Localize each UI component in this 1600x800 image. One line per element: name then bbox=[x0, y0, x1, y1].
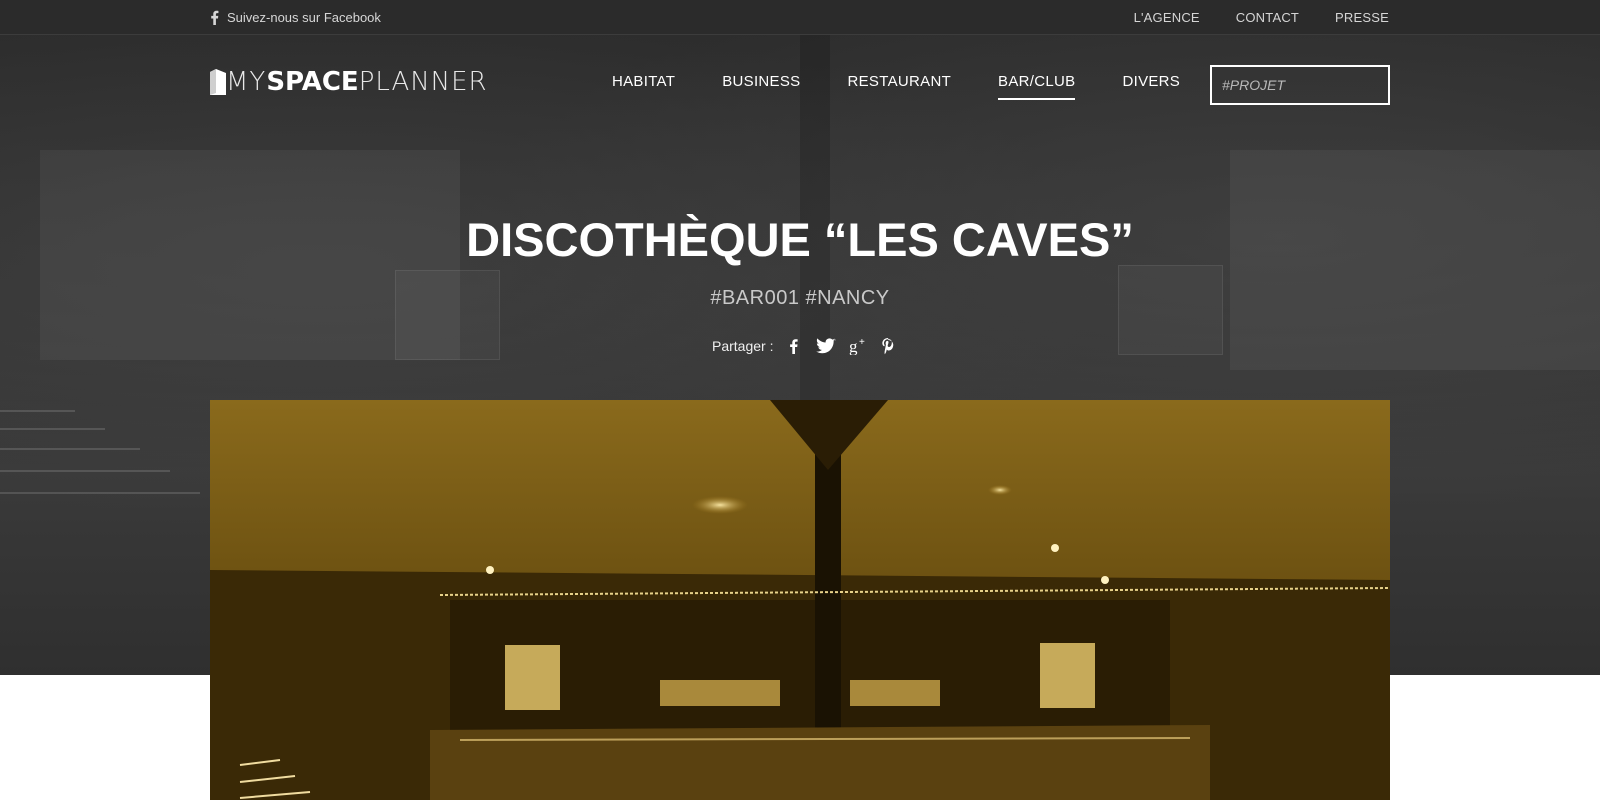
nav-bar-club[interactable]: BAR/CLUB bbox=[998, 73, 1076, 100]
facebook-follow-label: Suivez-nous sur Facebook bbox=[227, 10, 381, 25]
stair-step bbox=[0, 470, 170, 472]
project-photo bbox=[210, 400, 1390, 800]
nav-divers[interactable]: DIVERS bbox=[1122, 73, 1180, 100]
stair-step bbox=[0, 448, 140, 450]
share-bar: Partager : g + bbox=[712, 337, 897, 355]
facebook-icon bbox=[211, 10, 219, 25]
project-tags: #BAR001 #NANCY bbox=[710, 287, 890, 309]
stair-step bbox=[0, 410, 75, 412]
nav-restaurant[interactable]: RESTAURANT bbox=[847, 73, 951, 100]
logo-cube-icon bbox=[210, 69, 226, 95]
bar-interior-image bbox=[210, 400, 1390, 800]
nav-habitat[interactable]: HABITAT bbox=[612, 73, 675, 100]
search-input[interactable] bbox=[1222, 77, 1404, 93]
project-title: DISCOTHÈQUE “LES CAVES” bbox=[466, 213, 1134, 266]
svg-text:+: + bbox=[859, 337, 865, 348]
logo-space: SPACE bbox=[266, 67, 359, 97]
search-box bbox=[1210, 65, 1404, 105]
facebook-icon[interactable] bbox=[785, 337, 803, 355]
svg-text:g: g bbox=[849, 337, 858, 355]
link-presse[interactable]: PRESSE bbox=[1335, 10, 1389, 25]
logo[interactable]: MY SPACE PLANNER bbox=[210, 68, 488, 96]
pinterest-icon[interactable] bbox=[879, 337, 897, 355]
top-links: L'AGENCE CONTACT PRESSE bbox=[1134, 0, 1389, 35]
logo-my: MY bbox=[226, 67, 267, 97]
stair-step bbox=[0, 492, 200, 494]
link-agence[interactable]: L'AGENCE bbox=[1134, 10, 1200, 25]
nav-business[interactable]: BUSINESS bbox=[722, 73, 800, 100]
facebook-follow-link[interactable]: Suivez-nous sur Facebook bbox=[210, 0, 381, 35]
google-plus-icon[interactable]: g + bbox=[849, 337, 867, 355]
twitter-icon[interactable] bbox=[815, 337, 837, 355]
link-contact[interactable]: CONTACT bbox=[1236, 10, 1299, 25]
logo-planner: PLANNER bbox=[358, 67, 488, 97]
main-nav: HABITAT BUSINESS RESTAURANT BAR/CLUB DIV… bbox=[612, 73, 1227, 100]
share-label: Partager : bbox=[712, 338, 774, 354]
stair-step bbox=[0, 428, 105, 430]
top-bar: Suivez-nous sur Facebook L'AGENCE CONTAC… bbox=[0, 0, 1600, 35]
bar-panel bbox=[1118, 265, 1223, 355]
